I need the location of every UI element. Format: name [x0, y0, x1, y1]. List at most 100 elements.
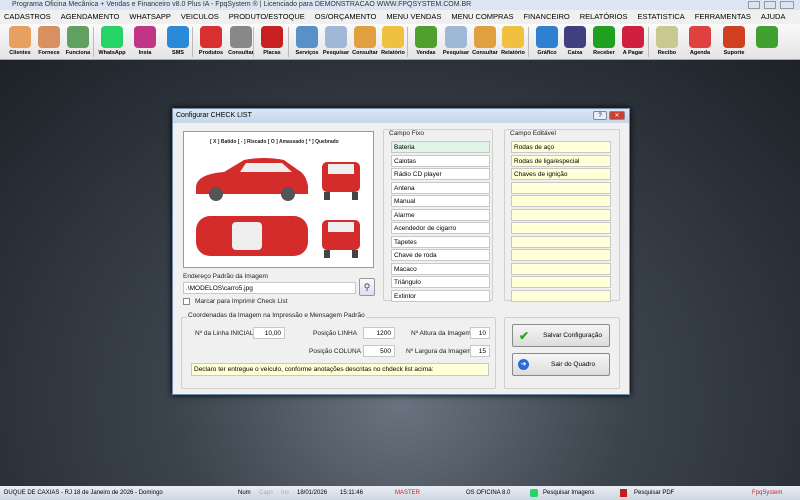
toolbar-separator [288, 27, 289, 57]
toolbar-button-placas[interactable]: Placas [257, 25, 287, 59]
editable-field[interactable] [511, 249, 611, 261]
fixed-field[interactable]: Acendedor de cigarro [391, 222, 490, 234]
menu-financeiro[interactable]: FINANCEIRO [523, 10, 569, 24]
receive-money-icon [593, 26, 615, 48]
default-message-input[interactable]: Declaro ter entregue o veículo, conforme… [191, 363, 489, 376]
close-button[interactable] [780, 1, 794, 9]
exit-dialog-button[interactable]: ➜ Sair do Quadro [512, 353, 610, 376]
fixed-field[interactable]: Rádio CD player [391, 168, 490, 180]
sms-icon [167, 26, 189, 48]
toolbar-button-pesquisar[interactable]: Pesquisar [321, 25, 351, 59]
drawer-icon [474, 26, 496, 48]
toolbar-button-produtos[interactable]: Produtos [196, 25, 226, 59]
toolbar-button-consultar[interactable]: Consultar [226, 25, 256, 59]
toolbar-label: Consultar [352, 50, 378, 56]
menu-agendamento[interactable]: AGENDAMENTO [61, 10, 120, 24]
menu-os-or-amento[interactable]: OS/ORÇAMENTO [315, 10, 377, 24]
menu-ferramentas[interactable]: FERRAMENTAS [695, 10, 751, 24]
toolbar-button-gr-fico[interactable]: Gráfico [532, 25, 562, 59]
menu-cadastros[interactable]: CADASTROS [4, 10, 51, 24]
search-images-link[interactable]: Pesquisar Imagens [543, 486, 594, 500]
toolbar-label: Recibo [657, 50, 677, 56]
menu-menu-compras[interactable]: MENU COMPRAS [451, 10, 513, 24]
fixed-field[interactable]: Antena [391, 181, 490, 194]
toolbar-label: Placas [263, 50, 281, 56]
toolbar-button-fornece[interactable]: Fornece [34, 25, 64, 59]
toolbar-button-vendas[interactable]: Vendas [411, 25, 441, 59]
toolbar-button-servi-os[interactable]: Serviços [292, 25, 322, 59]
configure-checklist-dialog: Configurar CHECK LIST ? ✕ [ X ] Batido [… [172, 108, 630, 395]
toolbar-button-consultar[interactable]: Consultar [470, 25, 500, 59]
fixed-field[interactable]: Triângulo [391, 276, 490, 288]
menu-relat-rios[interactable]: RELATÓRIOS [580, 10, 628, 24]
fixed-field[interactable]: Tapetes [391, 235, 490, 248]
fixed-field[interactable]: Extintor [391, 289, 490, 302]
fixed-field[interactable]: Calotas [391, 154, 490, 167]
services-icon [296, 26, 318, 48]
toolbar-button-caixa[interactable]: Caixa [560, 25, 590, 59]
browse-image-button[interactable]: ⚲ [359, 278, 375, 296]
toolbar-label: A Pagar [622, 50, 644, 56]
toolbar-button-funciona[interactable]: Funciona [63, 25, 93, 59]
toolbar-button-insta[interactable]: Insta [130, 25, 160, 59]
toolbar-button-a-pagar[interactable]: A Pagar [618, 25, 648, 59]
dialog-close-button[interactable]: ✕ [609, 111, 625, 120]
maximize-button[interactable] [764, 1, 776, 9]
column-position-label: Posição COLUNA [309, 348, 362, 355]
column-position-input[interactable]: 500 [363, 345, 395, 357]
menu-menu-vendas[interactable]: MENU VENDAS [386, 10, 441, 24]
save-config-label: Salvar Configuração [543, 332, 602, 339]
editable-field[interactable]: Rodas de aço [511, 141, 611, 153]
editable-field[interactable]: Rodas de liga/especial [511, 154, 611, 167]
toolbar-button-whatsapp[interactable]: WhatsApp [97, 25, 127, 59]
editable-field[interactable] [511, 195, 611, 207]
fixed-field[interactable]: Macaco [391, 262, 490, 275]
toolbar-button-sms[interactable]: SMS [163, 25, 193, 59]
toolbar-button-relat-rio[interactable]: Relatório [498, 25, 528, 59]
toolbar-button-suporte[interactable]: Suporte [719, 25, 749, 59]
fixed-field[interactable]: Bateria [391, 141, 490, 153]
editable-field[interactable] [511, 222, 611, 234]
image-width-label: Nº Largura da Imagem [406, 348, 472, 355]
print-checklist-checkbox[interactable] [183, 298, 190, 305]
editable-field[interactable]: Chaves de ignição [511, 168, 611, 180]
fixed-field[interactable]: Alarme [391, 208, 490, 221]
menu-produto-estoque[interactable]: PRODUTO/ESTOQUE [229, 10, 305, 24]
editable-field[interactable] [511, 276, 611, 288]
editable-field[interactable] [511, 208, 611, 221]
toolbar-button-agenda[interactable]: Agenda [685, 25, 715, 59]
line-position-input[interactable]: 1200 [363, 327, 395, 339]
image-width-input[interactable]: 15 [470, 345, 490, 357]
menu-ajuda[interactable]: AJUDA [761, 10, 786, 24]
image-path-input[interactable]: .\MODELOS\carro5.jpg [183, 282, 356, 294]
menu-estatistica[interactable]: ESTATISTICA [638, 10, 685, 24]
toolbar-button-exit[interactable] [752, 25, 782, 59]
editable-field[interactable] [511, 235, 611, 248]
toolbar-label: Relatório [381, 50, 405, 56]
car-diagram [196, 158, 360, 258]
toolbar-button-relat-rio[interactable]: Relatório [378, 25, 408, 59]
fixed-field[interactable]: Manual [391, 195, 490, 207]
search-pdf-link[interactable]: Pesquisar PDF [634, 486, 674, 500]
barcode-icon [230, 26, 252, 48]
editable-field[interactable] [511, 181, 611, 194]
drawer-icon [354, 26, 376, 48]
toolbar-button-receber[interactable]: Receber [589, 25, 619, 59]
toolbar-label: Caixa [567, 50, 583, 56]
menu-whatsapp[interactable]: WHATSAPP [129, 10, 171, 24]
toolbar-button-consultar[interactable]: Consultar [350, 25, 380, 59]
help-button[interactable]: ? [593, 111, 607, 120]
menu-veiculos[interactable]: VEICULOS [181, 10, 219, 24]
toolbar-button-clientes[interactable]: Clientes [5, 25, 35, 59]
status-location: DUQUE DE CAXIAS - RJ 18 de Janeiro de 20… [4, 490, 163, 496]
editable-field[interactable] [511, 262, 611, 275]
save-config-button[interactable]: ✔ Salvar Configuração [512, 324, 610, 347]
toolbar-button-recibo[interactable]: Recibo [652, 25, 682, 59]
editable-field[interactable] [511, 289, 611, 302]
initial-line-input[interactable]: 10,00 [253, 327, 285, 339]
toolbar-button-pesquisar[interactable]: Pesquisar [441, 25, 471, 59]
search-docs-icon [445, 26, 467, 48]
fixed-field[interactable]: Chave de roda [391, 249, 490, 261]
image-height-input[interactable]: 10 [470, 327, 490, 339]
minimize-button[interactable] [748, 1, 760, 9]
